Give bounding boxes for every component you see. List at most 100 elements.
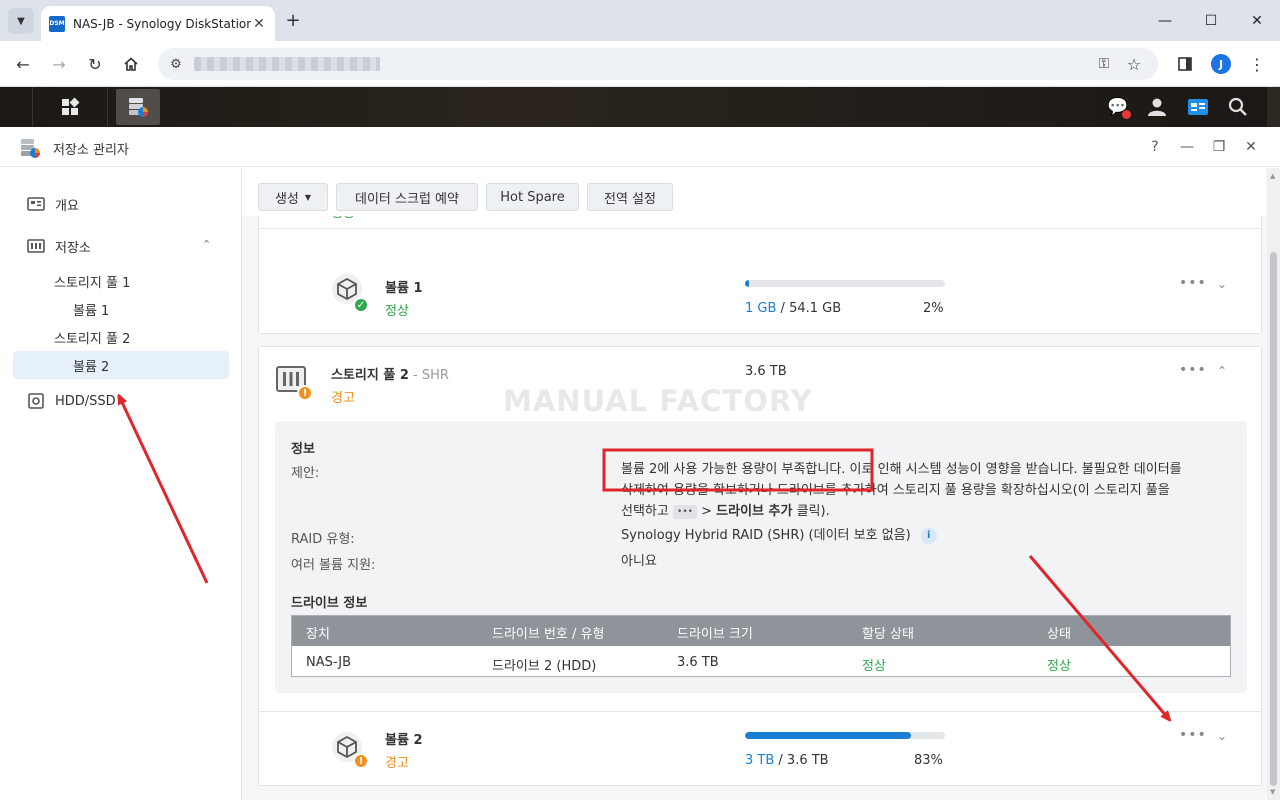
chevron-up-icon[interactable]: ⌃ bbox=[202, 238, 216, 252]
forward-button[interactable]: → bbox=[47, 52, 71, 76]
storage-pool-2-size: 3.6 TB bbox=[745, 364, 787, 379]
bookmark-star-icon[interactable]: ☆ bbox=[1124, 54, 1144, 74]
address-bar[interactable]: ⚙ ⚿ ☆ bbox=[158, 48, 1158, 80]
cell-status: 정상 bbox=[1047, 659, 1071, 674]
volume-1-status: 정상 bbox=[385, 304, 409, 319]
minimize-button[interactable]: — bbox=[1142, 0, 1188, 41]
col-drive-size: 드라이브 크기 bbox=[677, 627, 753, 642]
more-icon: ••• bbox=[672, 504, 697, 519]
site-settings-icon[interactable]: ⚙ bbox=[166, 54, 186, 74]
cell-allocation: 정상 bbox=[862, 659, 886, 674]
sidebar-item-label: 볼륨 2 bbox=[73, 359, 110, 375]
storage-manager-icon bbox=[129, 98, 148, 117]
sidebar-item-label: 스토리지 풀 2 bbox=[54, 331, 131, 347]
sidebar-item-label: 저장소 bbox=[55, 240, 91, 256]
data-scrub-button[interactable]: 데이터 스크럽 예약 bbox=[336, 183, 478, 211]
storage-pool-2-more-button[interactable]: ••• bbox=[1179, 362, 1207, 378]
chevron-down-icon[interactable]: ⌄ bbox=[1217, 729, 1227, 743]
profile-avatar[interactable]: J bbox=[1211, 54, 1231, 74]
tab-search-button[interactable]: ▼ bbox=[8, 8, 34, 34]
volume-2-usage-bar bbox=[745, 732, 945, 739]
cell-drive-number: 드라이브 2 (HDD) bbox=[492, 659, 597, 674]
storage-pool-2-status: 경고 bbox=[331, 391, 355, 406]
sidebar-item-storage-pool-1[interactable]: 스토리지 풀 1 bbox=[54, 267, 130, 295]
volume-2-more-button[interactable]: ••• bbox=[1179, 727, 1207, 743]
storage-manager-taskbar-button[interactable] bbox=[116, 89, 160, 125]
home-button[interactable] bbox=[119, 52, 143, 76]
window-controls: — ☐ ✕ bbox=[1142, 0, 1280, 41]
chevron-up-icon[interactable]: ⌃ bbox=[1217, 364, 1227, 378]
suggestion-line-3: 선택하고 ••• > 드라이브 추가 클릭). bbox=[621, 501, 1241, 522]
sidebar-item-label: HDD/SSD bbox=[55, 393, 116, 409]
raid-value: Synology Hybrid RAID (SHR) (데이터 보호 없음) i bbox=[621, 525, 937, 546]
maximize-button[interactable]: ☐ bbox=[1188, 0, 1234, 41]
raid-label: RAID 유형: bbox=[291, 532, 355, 547]
storage-pool-2-name: 스토리지 풀 2 - SHR bbox=[331, 364, 449, 383]
sidebar-item-hdd-ssd[interactable]: HDD/SSD bbox=[27, 387, 116, 415]
close-icon[interactable]: ✕ bbox=[251, 16, 267, 32]
caret-down-icon: ▼ bbox=[304, 192, 312, 202]
col-drive-number: 드라이브 번호 / 유형 bbox=[492, 627, 605, 642]
password-key-icon[interactable]: ⚿ bbox=[1094, 54, 1114, 74]
sidebar-item-storage-pool-2[interactable]: 스토리지 풀 2 bbox=[54, 323, 130, 351]
suggestion-line-3-a: 선택하고 bbox=[621, 504, 669, 519]
action-bar: 생성 ▼ 데이터 스크럽 예약 Hot Spare 전역 설정 bbox=[242, 168, 1266, 216]
suggestion-line-1: 볼륨 2에 사용 가능한 용량이 부족합니다. 이로 인해 시스템 성능이 영향… bbox=[621, 462, 1182, 477]
hot-spare-button[interactable]: Hot Spare bbox=[486, 183, 579, 211]
volume-1-usage-fill bbox=[745, 280, 749, 287]
multi-volume-label: 여러 볼륨 지원: bbox=[291, 558, 376, 573]
volume-2-name: 볼륨 2 bbox=[385, 733, 423, 748]
dsm-taskbar bbox=[0, 87, 1280, 127]
separator: - bbox=[408, 368, 422, 383]
col-allocation: 할당 상태 bbox=[862, 627, 914, 642]
hdd-icon bbox=[28, 393, 44, 409]
sidebar-item-overview[interactable]: 개요 bbox=[27, 190, 79, 218]
cell-drive-size: 3.6 TB bbox=[677, 655, 719, 670]
sidebar-item-volume-1[interactable]: 볼륨 1 bbox=[73, 295, 109, 323]
volume-1-more-button[interactable]: ••• bbox=[1179, 275, 1207, 291]
create-button[interactable]: 생성 ▼ bbox=[258, 183, 328, 211]
chevron-down-icon[interactable]: ⌄ bbox=[1217, 277, 1227, 291]
scroll-up-icon[interactable]: ▲ bbox=[1270, 172, 1275, 180]
scroll-thumb[interactable] bbox=[1270, 252, 1277, 786]
scroll-down-icon[interactable]: ▼ bbox=[1270, 788, 1275, 796]
minimize-window-button[interactable]: — bbox=[1177, 137, 1197, 157]
col-status: 상태 bbox=[1047, 627, 1071, 642]
restore-window-button[interactable]: ❐ bbox=[1209, 137, 1229, 157]
volume-2-percent: 83% bbox=[914, 753, 943, 768]
close-app-button[interactable]: ✕ bbox=[1241, 137, 1261, 157]
suggestion-label: 제안: bbox=[291, 466, 320, 481]
widgets-icon[interactable] bbox=[1186, 95, 1210, 119]
main-menu-button[interactable] bbox=[32, 87, 108, 127]
separator: / bbox=[774, 753, 787, 768]
storage-pool-2-info-panel: 정보 제안: 볼륨 2에 사용 가능한 용량이 부족합니다. 이로 인해 시스템… bbox=[275, 421, 1247, 693]
home-icon bbox=[124, 57, 138, 71]
add-drive-text: 드라이브 추가 bbox=[716, 504, 793, 519]
new-tab-button[interactable]: + bbox=[283, 10, 303, 31]
reload-button[interactable]: ↻ bbox=[83, 52, 107, 76]
close-window-button[interactable]: ✕ bbox=[1234, 0, 1280, 41]
warning-icon: ! bbox=[353, 753, 369, 769]
side-panel-button[interactable] bbox=[1173, 52, 1197, 76]
info-title: 정보 bbox=[291, 442, 315, 457]
browser-menu-button[interactable]: ⋮ bbox=[1245, 52, 1269, 76]
pool-name-text: 스토리지 풀 2 bbox=[331, 368, 409, 383]
chevron-down-icon: ▼ bbox=[17, 15, 25, 27]
storage-manager-icon bbox=[21, 139, 40, 158]
raid-value-text: Synology Hybrid RAID (SHR) (데이터 보호 없음) bbox=[621, 528, 911, 543]
sidebar-item-volume-2[interactable]: 볼륨 2 bbox=[73, 351, 109, 379]
back-button[interactable]: ← bbox=[11, 52, 35, 76]
browser-tab[interactable]: DSM NAS-JB - Synology DiskStation ✕ bbox=[41, 6, 275, 41]
search-icon[interactable] bbox=[1226, 95, 1250, 119]
user-icon[interactable] bbox=[1145, 95, 1169, 119]
cell-device: NAS-JB bbox=[306, 655, 352, 670]
volume-2-status: 경고 bbox=[385, 756, 409, 771]
global-settings-button[interactable]: 전역 설정 bbox=[587, 183, 673, 211]
volume-2-total: 3.6 TB bbox=[786, 753, 829, 768]
main-scrollbar[interactable]: ▲ ▼ bbox=[1267, 168, 1280, 800]
suggestion-text: 볼륨 2에 사용 가능한 용량이 부족합니다. 이로 인해 시스템 성능이 영향… bbox=[621, 459, 1241, 522]
window-title-bar: 저장소 관리자 ? — ❐ ✕ bbox=[0, 127, 1280, 167]
help-button[interactable]: ? bbox=[1145, 137, 1165, 157]
info-icon[interactable]: i bbox=[920, 527, 937, 544]
sidebar-item-storage[interactable]: 저장소 bbox=[27, 232, 91, 260]
